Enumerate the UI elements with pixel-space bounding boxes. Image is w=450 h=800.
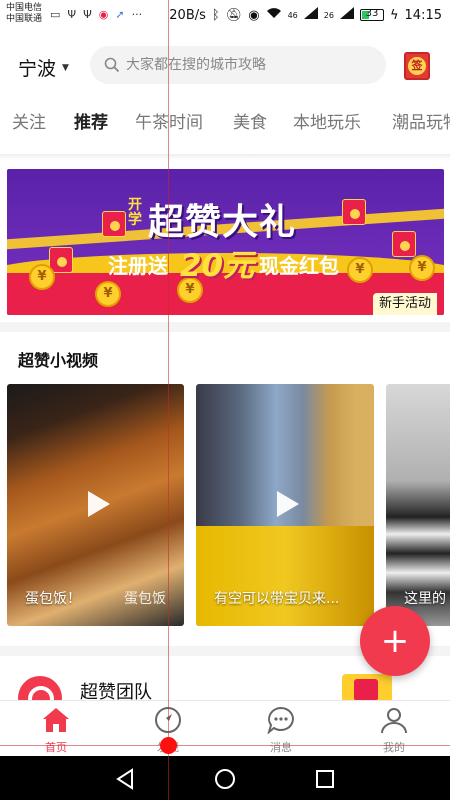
category-tabs: 关注 推荐 午茶时间 美食 本地玩乐 潮品玩物 (0, 108, 450, 150)
nav-messages[interactable]: 消息 (241, 705, 321, 755)
red-envelope-icon (392, 231, 416, 257)
tab-local-fun[interactable]: 本地玩乐 (293, 108, 361, 133)
message-icon (267, 706, 294, 734)
banner-title-prefix: 开学 (128, 197, 142, 228)
tab-food[interactable]: 美食 (233, 108, 267, 133)
banner-subtitle-1: 注册送 (108, 254, 168, 278)
red-envelope-icon (342, 199, 366, 225)
tab-recommend[interactable]: 推荐 (74, 108, 108, 133)
bottom-nav: 首页 发现 消息 (0, 700, 450, 756)
notification-icons: ▭ Ψ Ψ ◉ ➚ ··· (50, 8, 142, 21)
guide-line-vertical (168, 0, 169, 800)
bluetooth-icon: ᛒ (211, 7, 220, 23)
usb-icon: Ψ (67, 8, 77, 21)
nav-label: 消息 (270, 741, 292, 754)
truck-icon: ▭ (50, 8, 61, 21)
search-icon (104, 57, 120, 73)
usb-icon: Ψ (83, 8, 92, 21)
tab-follow[interactable]: 关注 (12, 108, 46, 133)
search-input[interactable] (126, 57, 366, 73)
signal-2-label: 26 (323, 10, 334, 20)
carrier-1: 中国电信 (6, 3, 43, 13)
newbie-activity-tag: 新手活动 (372, 293, 437, 315)
video-caption: 有空可以带宝贝来... (214, 591, 340, 607)
status-bar: 中国电信 中国联通 ▭ Ψ Ψ ◉ ➚ ··· 20B/s ᛒ 🔕︎ ◉ 46 … (0, 0, 450, 30)
sign-in-button[interactable]: 签 (404, 52, 430, 80)
banner-subtitle-2: 现金红包 (259, 254, 339, 278)
signal-icon (303, 7, 318, 23)
play-icon (87, 491, 110, 517)
caret-down-icon: ▼ (62, 62, 69, 73)
tab-afternoon-tea[interactable]: 午茶时间 (135, 108, 203, 133)
coin-icon: ¥ (29, 264, 55, 290)
signal-icon (339, 7, 354, 23)
back-icon[interactable] (114, 768, 136, 790)
video-card[interactable]: 有空可以带宝贝来... (196, 384, 374, 626)
mute-icon: 🔕︎ (225, 7, 243, 23)
banner-title: 超赞大礼 (148, 202, 297, 243)
touch-indicator (160, 737, 177, 754)
nav-profile[interactable]: 我的 (354, 705, 434, 755)
search-bar[interactable] (90, 46, 386, 84)
system-nav-bar (0, 756, 450, 800)
home-icon (43, 708, 69, 732)
eye-icon: ◉ (248, 7, 260, 23)
tabs-shadow (0, 154, 450, 160)
carrier-info: 中国电信 中国联通 (6, 3, 42, 25)
recents-icon[interactable] (314, 768, 336, 790)
net-speed: 20B/s (169, 7, 206, 23)
coin-icon: ¥ (347, 257, 373, 283)
guide-line-horizontal (0, 745, 450, 746)
signal-1-label: 46 (287, 10, 298, 20)
tab-trendy[interactable]: 潮品玩物 (392, 108, 450, 133)
banner-amount: 20元 (180, 248, 255, 284)
nav-home[interactable]: 首页 (16, 705, 96, 755)
weibo-icon: ◉ (98, 8, 109, 21)
carrier-2: 中国联通 (6, 14, 43, 24)
play-icon (277, 491, 299, 517)
more-icon: ··· (131, 8, 143, 21)
battery-level: 33 (365, 8, 379, 19)
clock: 14:15 (404, 7, 442, 23)
coin-icon: ¥ (95, 281, 121, 307)
sign-in-label: 签 (408, 57, 426, 75)
charging-icon: ϟ (389, 7, 399, 23)
section-title: 超赞小视频 (18, 351, 99, 370)
user-icon (381, 708, 407, 734)
home-circle-icon[interactable] (214, 768, 236, 790)
video-card[interactable]: 这里的 (386, 384, 450, 626)
app-screen: 中国电信 中国联通 ▭ Ψ Ψ ◉ ➚ ··· 20B/s ᛒ 🔕︎ ◉ 46 … (0, 0, 450, 800)
battery-icon: 33 (359, 8, 384, 21)
header: 宁波 ▼ 签 (0, 38, 450, 94)
section-divider (0, 322, 450, 332)
app-icon: ➚ (115, 8, 125, 21)
wifi-icon (266, 7, 282, 23)
city-name: 宁波 (18, 58, 57, 80)
video-card[interactable]: 蛋包饭！ 蛋包饭 (7, 384, 184, 626)
red-envelope-icon (102, 211, 126, 237)
nav-label: 首页 (45, 741, 67, 754)
status-right: 20B/s ᛒ 🔕︎ ◉ 46 26 33 ϟ 14:15 (169, 7, 442, 23)
nav-label: 我的 (383, 741, 405, 754)
add-post-button[interactable]: + (360, 606, 430, 676)
city-selector[interactable]: 宁波 ▼ (18, 54, 69, 81)
video-caption: 蛋包饭！ (25, 591, 81, 607)
video-caption: 这里的 (404, 591, 446, 607)
video-watermark: 蛋包饭 (124, 591, 166, 607)
coin-icon: ¥ (409, 255, 435, 281)
